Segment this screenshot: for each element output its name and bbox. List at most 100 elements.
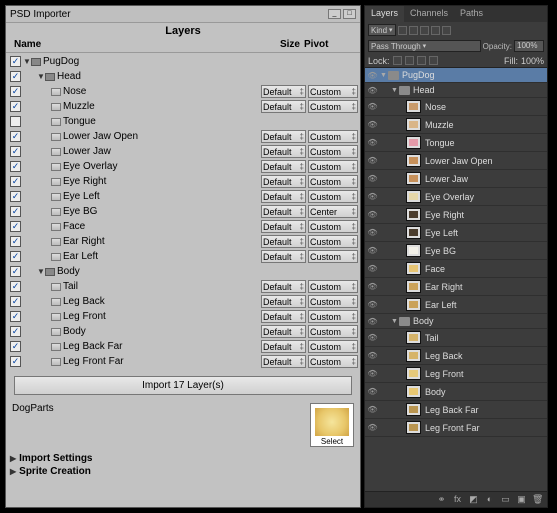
visibility-icon[interactable]: 👁	[367, 137, 378, 148]
ps-layer-row[interactable]: 👁Face	[365, 260, 547, 278]
pivot-dropdown[interactable]: Custom	[308, 130, 358, 143]
layer-checkbox[interactable]	[10, 221, 21, 232]
visibility-icon[interactable]: 👁	[367, 316, 378, 327]
lock-all-icon[interactable]	[429, 56, 438, 65]
ps-layer-row[interactable]: 👁Muzzle	[365, 116, 547, 134]
pivot-dropdown[interactable]: Custom	[308, 280, 358, 293]
layer-row[interactable]: Eye OverlayDefaultCustom	[6, 159, 360, 174]
layer-checkbox[interactable]	[10, 356, 21, 367]
size-dropdown[interactable]: Default	[261, 220, 306, 233]
layer-checkbox[interactable]	[10, 341, 21, 352]
pivot-dropdown[interactable]: Custom	[308, 325, 358, 338]
lock-position-icon[interactable]	[417, 56, 426, 65]
ps-layer-row[interactable]: 👁Lower Jaw Open	[365, 152, 547, 170]
visibility-icon[interactable]: 👁	[367, 119, 378, 130]
ps-layer-row[interactable]: 👁Leg Front	[365, 365, 547, 383]
lock-pixels-icon[interactable]	[405, 56, 414, 65]
layer-row[interactable]: FaceDefaultCustom	[6, 219, 360, 234]
ps-group-row[interactable]: 👁▼Body	[365, 314, 547, 329]
layer-checkbox[interactable]	[10, 266, 21, 277]
visibility-icon[interactable]: 👁	[367, 209, 378, 220]
mask-icon[interactable]: ◩	[468, 494, 479, 505]
pivot-dropdown[interactable]: Custom	[308, 235, 358, 248]
new-layer-icon[interactable]: ▣	[516, 494, 527, 505]
size-dropdown[interactable]: Default	[261, 325, 306, 338]
ps-layer-row[interactable]: 👁Leg Back Far	[365, 401, 547, 419]
layer-checkbox[interactable]	[10, 311, 21, 322]
pivot-dropdown[interactable]: Custom	[308, 295, 358, 308]
visibility-icon[interactable]: 👁	[367, 155, 378, 166]
close-button[interactable]: □	[343, 9, 356, 19]
layer-row[interactable]: ▼PugDog	[6, 54, 360, 69]
size-dropdown[interactable]: Default	[261, 190, 306, 203]
visibility-icon[interactable]: 👁	[367, 173, 378, 184]
layer-row[interactable]: Leg Back FarDefaultCustom	[6, 339, 360, 354]
layer-row[interactable]: TailDefaultCustom	[6, 279, 360, 294]
layer-checkbox[interactable]	[10, 206, 21, 217]
visibility-icon[interactable]: 👁	[367, 422, 378, 433]
ps-layer-row[interactable]: 👁Leg Front Far	[365, 419, 547, 437]
ps-layer-row[interactable]: 👁Ear Right	[365, 278, 547, 296]
tab-layers[interactable]: Layers	[365, 6, 404, 22]
layer-checkbox[interactable]	[10, 176, 21, 187]
filter-type-icon[interactable]	[420, 26, 429, 35]
size-dropdown[interactable]: Default	[261, 160, 306, 173]
visibility-icon[interactable]: 👁	[367, 101, 378, 112]
layer-row[interactable]: Eye BGDefaultCenter	[6, 204, 360, 219]
pivot-dropdown[interactable]: Center	[308, 205, 358, 218]
layer-checkbox[interactable]	[10, 116, 21, 127]
size-dropdown[interactable]: Default	[261, 130, 306, 143]
import-button[interactable]: Import 17 Layer(s)	[14, 376, 352, 395]
size-dropdown[interactable]: Default	[261, 295, 306, 308]
size-dropdown[interactable]: Default	[261, 100, 306, 113]
layer-checkbox[interactable]	[10, 251, 21, 262]
layer-row[interactable]: Eye RightDefaultCustom	[6, 174, 360, 189]
layer-row[interactable]: Leg FrontDefaultCustom	[6, 309, 360, 324]
pivot-dropdown[interactable]: Custom	[308, 160, 358, 173]
size-dropdown[interactable]: Default	[261, 280, 306, 293]
filter-pixel-icon[interactable]	[398, 26, 407, 35]
layer-row[interactable]: Eye LeftDefaultCustom	[6, 189, 360, 204]
filter-smart-icon[interactable]	[442, 26, 451, 35]
size-dropdown[interactable]: Default	[261, 355, 306, 368]
layer-checkbox[interactable]	[10, 281, 21, 292]
layer-row[interactable]: Ear LeftDefaultCustom	[6, 249, 360, 264]
visibility-icon[interactable]: 👁	[367, 227, 378, 238]
ps-group-row[interactable]: 👁▼Head	[365, 83, 547, 98]
filter-shape-icon[interactable]	[431, 26, 440, 35]
layer-checkbox[interactable]	[10, 56, 21, 67]
ps-layer-row[interactable]: 👁Eye Right	[365, 206, 547, 224]
ps-layer-row[interactable]: 👁Nose	[365, 98, 547, 116]
visibility-icon[interactable]: 👁	[367, 368, 378, 379]
visibility-icon[interactable]: 👁	[367, 245, 378, 256]
expand-icon[interactable]: ▼	[391, 318, 399, 325]
tab-channels[interactable]: Channels	[404, 6, 454, 22]
sprite-creation-section[interactable]: ▶Sprite Creation	[10, 466, 356, 477]
pivot-dropdown[interactable]: Custom	[308, 190, 358, 203]
ps-layer-row[interactable]: 👁Tail	[365, 329, 547, 347]
tab-paths[interactable]: Paths	[454, 6, 489, 22]
size-dropdown[interactable]: Default	[261, 235, 306, 248]
layer-checkbox[interactable]	[10, 191, 21, 202]
layer-row[interactable]: MuzzleDefaultCustom	[6, 99, 360, 114]
ps-layer-row[interactable]: 👁Eye BG	[365, 242, 547, 260]
layer-row[interactable]: Leg BackDefaultCustom	[6, 294, 360, 309]
expand-icon[interactable]: ▼	[37, 72, 45, 81]
fill-value[interactable]: 100%	[521, 56, 544, 66]
visibility-icon[interactable]: 👁	[367, 85, 378, 96]
layer-row[interactable]: ▼Head	[6, 69, 360, 84]
size-dropdown[interactable]: Default	[261, 85, 306, 98]
layer-checkbox[interactable]	[10, 161, 21, 172]
layer-checkbox[interactable]	[10, 131, 21, 142]
visibility-icon[interactable]: 👁	[367, 281, 378, 292]
size-dropdown[interactable]: Default	[261, 175, 306, 188]
blend-mode-select[interactable]: Pass Through	[368, 40, 481, 52]
visibility-icon[interactable]: 👁	[367, 299, 378, 310]
layer-row[interactable]: BodyDefaultCustom	[6, 324, 360, 339]
ps-layer-row[interactable]: 👁Eye Left	[365, 224, 547, 242]
opacity-value[interactable]: 100%	[514, 40, 544, 52]
pivot-dropdown[interactable]: Custom	[308, 220, 358, 233]
pivot-dropdown[interactable]: Custom	[308, 340, 358, 353]
layer-row[interactable]: Tongue	[6, 114, 360, 129]
layer-row[interactable]: ▼Body	[6, 264, 360, 279]
